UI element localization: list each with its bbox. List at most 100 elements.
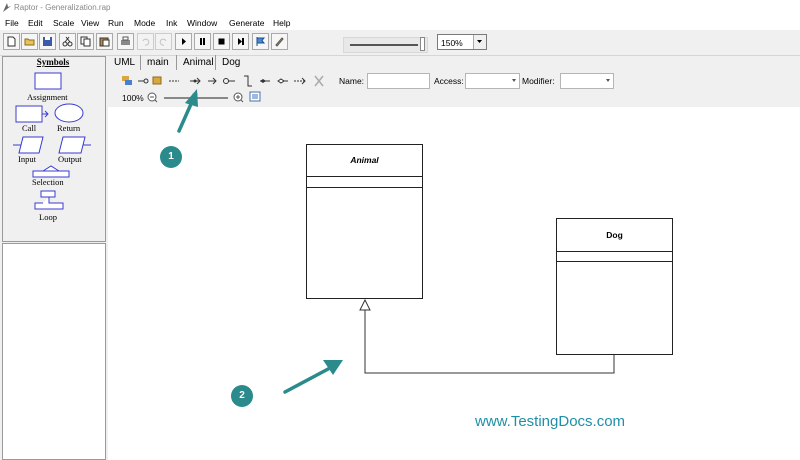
copy-button[interactable] <box>77 33 94 50</box>
association-tool-icon[interactable] <box>223 78 236 84</box>
chevron-down-icon[interactable] <box>473 35 486 49</box>
paste-clipboard-icon <box>99 37 110 47</box>
dependency-tool-icon[interactable] <box>244 75 252 87</box>
realization-tool-icon[interactable] <box>208 77 217 85</box>
assignment-symbol[interactable] <box>34 72 62 90</box>
stop-icon <box>218 38 225 45</box>
play-icon <box>182 38 186 45</box>
composition-tool-icon[interactable] <box>260 79 270 83</box>
output-symbol[interactable] <box>58 136 91 154</box>
step-badge-1: 1 <box>160 146 182 168</box>
tab-bar: UML main Animal Dog <box>108 55 800 71</box>
selection-label: Selection <box>32 177 64 187</box>
step-button[interactable] <box>232 33 249 50</box>
chevron-down-icon <box>512 79 516 82</box>
save-button[interactable] <box>39 33 56 50</box>
selection-symbol[interactable] <box>32 165 70 178</box>
paste-button[interactable] <box>96 33 113 50</box>
assignment-label: Assignment <box>27 92 68 102</box>
menu-scale[interactable]: Scale <box>53 18 74 28</box>
tab-animal[interactable]: Animal <box>176 55 214 70</box>
tab-dog[interactable]: Dog <box>215 55 240 70</box>
zoom-out-icon[interactable] <box>147 92 158 103</box>
zoom-controls <box>147 91 261 103</box>
menu-mode[interactable]: Mode <box>134 18 155 28</box>
uml-tool-icons <box>122 75 324 87</box>
delete-tool-icon[interactable] <box>314 75 324 87</box>
menu-view[interactable]: View <box>81 18 99 28</box>
uml-toolbar: Name: Access: Modifier: <box>108 71 800 91</box>
execute-button[interactable] <box>175 33 192 50</box>
select-tool-icon[interactable] <box>122 76 132 85</box>
ink-button[interactable] <box>271 33 288 50</box>
symbols-panel: Symbols Assignment Call Return Input Out… <box>2 56 106 242</box>
dog-methods-divider <box>557 261 672 262</box>
dog-class-name: Dog <box>606 230 623 240</box>
menu-ink[interactable]: Ink <box>166 18 177 28</box>
return-symbol[interactable] <box>54 103 84 123</box>
open-file-button[interactable] <box>21 33 38 50</box>
animal-attributes-divider <box>307 176 422 177</box>
modifier-label: Modifier: <box>522 76 555 86</box>
modifier-select[interactable] <box>560 73 614 89</box>
aggregation-tool-icon[interactable] <box>277 78 288 84</box>
zoom-select[interactable]: 150% <box>437 34 487 50</box>
name-label: Name: <box>339 76 365 86</box>
menu-window[interactable]: Window <box>187 18 217 28</box>
menu-file[interactable]: File <box>5 18 19 28</box>
animal-methods-divider <box>307 187 422 188</box>
new-file-button[interactable] <box>3 33 20 50</box>
watermark-text: www.TestingDocs.com <box>475 413 626 430</box>
window-title: Raptor - Generalization.rap <box>14 3 111 12</box>
watch-panel[interactable] <box>2 243 106 460</box>
redo-button[interactable] <box>155 33 172 50</box>
dog-attributes-divider <box>557 251 672 252</box>
menu-edit[interactable]: Edit <box>28 18 43 28</box>
open-folder-icon <box>24 38 35 46</box>
menu-run[interactable]: Run <box>108 18 124 28</box>
tab-main[interactable]: main <box>140 55 169 70</box>
animal-class-box[interactable]: Animal <box>306 144 423 299</box>
call-symbol[interactable] <box>15 105 49 123</box>
menu-bar: File Edit Scale View Run Mode Ink Window… <box>0 16 800 30</box>
flag-icon <box>256 37 266 46</box>
chevron-down-icon <box>606 79 610 82</box>
speed-slider-thumb[interactable] <box>420 37 425 51</box>
uml-canvas[interactable] <box>108 107 800 460</box>
stop-button[interactable] <box>213 33 230 50</box>
print-button[interactable] <box>117 33 134 50</box>
menu-help[interactable]: Help <box>273 18 290 28</box>
redo-icon <box>159 38 167 46</box>
input-label: Input <box>18 154 36 164</box>
loop-symbol[interactable] <box>34 190 64 210</box>
call-label: Call <box>22 123 37 133</box>
copy-icon <box>80 36 91 47</box>
tab-uml[interactable]: UML <box>114 55 135 70</box>
interface-tool-icon[interactable] <box>138 78 149 84</box>
undo-button[interactable] <box>137 33 154 50</box>
pen-icon <box>275 37 284 47</box>
cut-button[interactable] <box>59 33 76 50</box>
dog-class-box[interactable]: Dog <box>556 218 673 355</box>
return-label: Return <box>57 123 81 133</box>
access-select[interactable] <box>465 73 520 89</box>
link-tool-icon[interactable] <box>294 77 306 85</box>
class-tool-icon[interactable] <box>152 76 162 85</box>
generalization-tool-icon[interactable] <box>190 77 201 85</box>
zoom-level: 100% <box>122 93 144 103</box>
step-badge-2: 2 <box>231 385 253 407</box>
dropdown-arrow <box>477 40 482 43</box>
menu-generate[interactable]: Generate <box>229 18 264 28</box>
speed-slider-line <box>350 44 418 46</box>
save-disk-icon <box>43 37 52 46</box>
new-file-icon <box>7 36 16 47</box>
input-symbol[interactable] <box>13 136 44 154</box>
undo-icon <box>142 38 150 46</box>
pause-icon <box>200 38 205 45</box>
zoom-slider-thumb[interactable] <box>192 93 198 103</box>
name-field[interactable] <box>367 73 430 89</box>
fit-to-window-icon[interactable] <box>249 91 261 102</box>
zoom-in-icon[interactable] <box>233 92 244 103</box>
pause-button[interactable] <box>194 33 211 50</box>
test-server-button[interactable] <box>252 33 269 50</box>
